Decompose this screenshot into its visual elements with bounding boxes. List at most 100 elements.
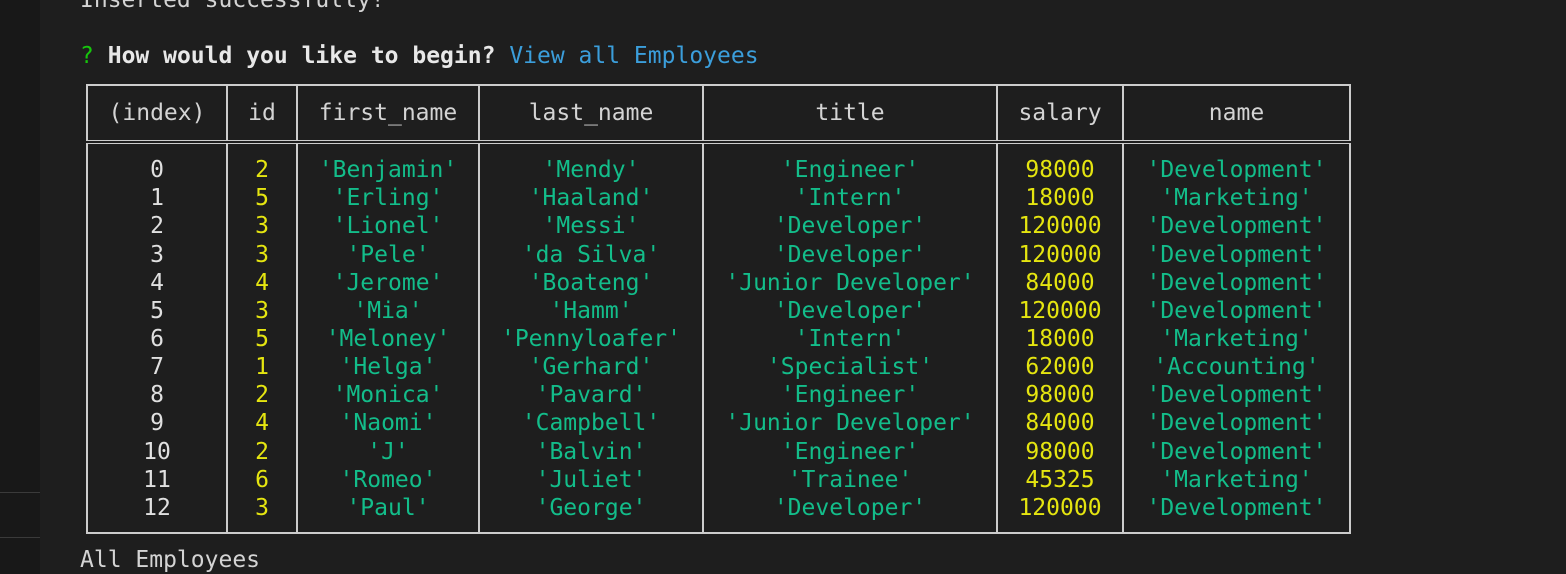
cell-last-name: 'George' bbox=[478, 493, 704, 522]
cell-department-name: 'Development' bbox=[1122, 437, 1351, 466]
column-header-salary: salary bbox=[996, 85, 1124, 144]
cell-salary: 84000 bbox=[996, 409, 1124, 438]
prompt-question: How would you like to begin? bbox=[107, 43, 496, 69]
cell-title: 'Intern' bbox=[702, 324, 998, 354]
column-header-name: name bbox=[1122, 85, 1351, 144]
table-body: 0 2 'Benjamin' 'Mendy' 'Engineer' 98000 'Devel… bbox=[86, 142, 1351, 533]
cell-salary: 45325 bbox=[996, 465, 1124, 494]
cell-first-name: 'Monica' bbox=[296, 381, 480, 410]
table-spacer-row bbox=[86, 521, 1351, 533]
table-row: 11 6 'Romeo' 'Juliet' 'Trainee' 45325 'Marketi… bbox=[86, 465, 1351, 494]
cell-title: 'Developer' bbox=[702, 240, 998, 269]
table-spacer-row bbox=[86, 142, 1351, 157]
cell-last-name: 'Messi' bbox=[478, 212, 704, 241]
cell-id: 5 bbox=[226, 324, 298, 354]
cell-index: 2 bbox=[86, 212, 228, 241]
cell-id: 3 bbox=[226, 296, 298, 325]
cell-id: 4 bbox=[226, 409, 298, 438]
employees-table: (index) id first_name last_name title sa… bbox=[86, 84, 1351, 534]
column-header-last-name: last_name bbox=[478, 85, 704, 144]
spacer-cell bbox=[226, 142, 298, 157]
table-row: 10 2 'J' 'Balvin' 'Engineer' 98000 'Developmen… bbox=[86, 437, 1351, 466]
cell-title: 'Engineer' bbox=[702, 381, 998, 410]
cell-first-name: 'Pele' bbox=[296, 240, 480, 269]
cell-index: 12 bbox=[86, 493, 228, 522]
cell-department-name: 'Marketing' bbox=[1122, 324, 1351, 354]
column-header-index: (index) bbox=[86, 85, 228, 144]
cell-id: 1 bbox=[226, 353, 298, 382]
column-header-title: title bbox=[702, 85, 998, 144]
gutter-divider bbox=[0, 492, 40, 493]
cell-first-name: 'Erling' bbox=[296, 184, 480, 213]
cell-id: 3 bbox=[226, 212, 298, 241]
cell-first-name: 'Helga' bbox=[296, 353, 480, 382]
cell-salary: 120000 bbox=[996, 493, 1124, 522]
cell-department-name: 'Development' bbox=[1122, 268, 1351, 297]
cell-salary: 18000 bbox=[996, 324, 1124, 354]
cell-title: 'Developer' bbox=[702, 493, 998, 522]
spacer-cell bbox=[478, 142, 704, 157]
column-header-id: id bbox=[226, 85, 298, 144]
table-header-row: (index) id first_name last_name title sa… bbox=[86, 85, 1351, 144]
cell-title: 'Junior Developer' bbox=[702, 409, 998, 438]
cell-index: 1 bbox=[86, 184, 228, 213]
editor-gutter bbox=[0, 0, 40, 574]
prompt-mark: ? bbox=[80, 43, 94, 69]
spacer-cell bbox=[226, 521, 298, 533]
cell-department-name: 'Marketing' bbox=[1122, 465, 1351, 494]
column-header-first-name: first_name bbox=[296, 85, 480, 144]
cell-salary: 98000 bbox=[996, 437, 1124, 466]
cell-last-name: 'Haaland' bbox=[478, 184, 704, 213]
cell-index: 7 bbox=[86, 353, 228, 382]
cell-title: 'Trainee' bbox=[702, 465, 998, 494]
cell-first-name: 'Meloney' bbox=[296, 324, 480, 354]
cell-last-name: 'Pavard' bbox=[478, 381, 704, 410]
cell-first-name: 'Jerome' bbox=[296, 268, 480, 297]
cell-index: 9 bbox=[86, 409, 228, 438]
cell-salary: 98000 bbox=[996, 156, 1124, 185]
cell-id: 4 bbox=[226, 268, 298, 297]
cell-last-name: 'da Silva' bbox=[478, 240, 704, 269]
cell-title: 'Junior Developer' bbox=[702, 268, 998, 297]
cell-id: 6 bbox=[226, 465, 298, 494]
gutter-divider bbox=[0, 537, 40, 538]
cell-last-name: 'Campbell' bbox=[478, 409, 704, 438]
cell-index: 5 bbox=[86, 296, 228, 325]
cell-title: 'Developer' bbox=[702, 296, 998, 325]
cell-id: 2 bbox=[226, 437, 298, 466]
prompt-answer: View all Employees bbox=[509, 43, 759, 69]
table-row: 1 5 'Erling' 'Haaland' 'Intern' 18000 'Marketi… bbox=[86, 184, 1351, 213]
cell-salary: 120000 bbox=[996, 240, 1124, 269]
cell-first-name: 'Lionel' bbox=[296, 212, 480, 241]
previous-output: Inserted successfully! bbox=[80, 0, 385, 13]
table-row: 4 4 'Jerome' 'Boateng' 'Junior Developer' 840… bbox=[86, 268, 1351, 297]
cell-title: 'Specialist' bbox=[702, 353, 998, 382]
cell-last-name: 'Hamm' bbox=[478, 296, 704, 325]
cell-index: 4 bbox=[86, 268, 228, 297]
cell-department-name: 'Development' bbox=[1122, 493, 1351, 522]
table-row: 2 3 'Lionel' 'Messi' 'Developer' 120000 'Devel… bbox=[86, 212, 1351, 241]
cell-department-name: 'Development' bbox=[1122, 409, 1351, 438]
cell-id: 2 bbox=[226, 156, 298, 185]
cell-title: 'Engineer' bbox=[702, 437, 998, 466]
cell-title: 'Developer' bbox=[702, 212, 998, 241]
cell-first-name: 'Mia' bbox=[296, 296, 480, 325]
cell-department-name: 'Accounting' bbox=[1122, 353, 1351, 382]
table-row: 3 3 'Pele''da Silva' 'Developer' 120000 'Deve… bbox=[86, 240, 1351, 269]
cell-first-name: 'Benjamin' bbox=[296, 156, 480, 185]
cell-department-name: 'Marketing' bbox=[1122, 184, 1351, 213]
table-row: 7 1 'Helga' 'Gerhard' 'Specialist' 62000 'Acco… bbox=[86, 353, 1351, 382]
cell-title: 'Intern' bbox=[702, 184, 998, 213]
cell-last-name: 'Mendy' bbox=[478, 156, 704, 185]
cell-id: 3 bbox=[226, 493, 298, 522]
cell-salary: 84000 bbox=[996, 268, 1124, 297]
table-row: 0 2 'Benjamin' 'Mendy' 'Engineer' 98000 'Devel… bbox=[86, 156, 1351, 185]
spacer-cell bbox=[996, 521, 1124, 533]
spacer-cell bbox=[86, 521, 228, 533]
cell-index: 11 bbox=[86, 465, 228, 494]
spacer-cell bbox=[478, 521, 704, 533]
table-row: 5 3 'Mia' 'Hamm' 'Developer' 120000 'Developme… bbox=[86, 296, 1351, 325]
cell-index: 8 bbox=[86, 381, 228, 410]
cell-index: 10 bbox=[86, 437, 228, 466]
cell-salary: 98000 bbox=[996, 381, 1124, 410]
